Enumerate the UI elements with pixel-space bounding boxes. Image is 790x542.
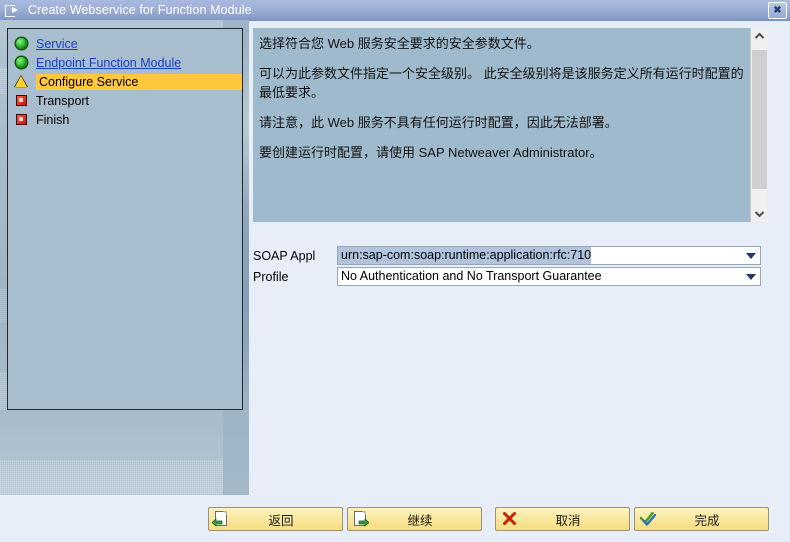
sidebar-item-endpoint-function-module[interactable]: Endpoint Function Module <box>8 53 242 72</box>
sidebar-item-configure-service[interactable]: Configure Service <box>8 72 242 91</box>
scroll-down-button[interactable] <box>751 205 768 222</box>
sidebar-item-transport[interactable]: Transport <box>8 91 242 110</box>
profile-label: Profile <box>253 269 289 284</box>
back-button-label: 返回 <box>268 513 294 528</box>
profile-row: Profile No Authentication and No Transpo… <box>253 267 767 286</box>
description-text: 选择符合您 Web 服务安全要求的安全参数文件。 可以为此参数文件指定一个安全级… <box>253 28 756 222</box>
wizard-sidebar: Service Endpoint Function Module Configu… <box>0 20 249 495</box>
back-button[interactable]: 返回 <box>208 507 343 531</box>
soap-appl-dropdown-button[interactable] <box>741 247 760 264</box>
sidebar-item-label: Configure Service <box>36 73 242 90</box>
title-bar: Create Webservice for Function Module ✖ <box>0 0 790 21</box>
dialog-window: Create Webservice for Function Module ✖ … <box>0 0 790 542</box>
profile-input[interactable]: No Authentication and No Transport Guara… <box>337 267 761 286</box>
chevron-up-icon <box>754 32 765 39</box>
description-paragraph: 可以为此参数文件指定一个安全级别。 此安全级别将是该服务定义所有运行时配置的最低… <box>259 66 744 100</box>
continue-button[interactable]: 继续 <box>347 507 482 531</box>
sidebar-item-label: Service <box>36 36 78 51</box>
page-forward-arrow-icon <box>351 509 371 529</box>
soap-appl-label: SOAP Appl <box>253 248 316 263</box>
description-paragraph: 选择符合您 Web 服务安全要求的安全参数文件。 <box>259 36 540 51</box>
page-back-arrow-icon <box>212 509 232 529</box>
description-paragraph: 请注意，此 Web 服务不具有任何运行时配置，因此无法部署。 <box>259 115 618 130</box>
sidebar-item-label: Transport <box>36 93 90 108</box>
scrollbar-thumb[interactable] <box>752 50 767 189</box>
profile-dropdown-button[interactable] <box>741 268 760 285</box>
red-square-icon <box>13 92 30 109</box>
button-bar: 返回 继续 取消 完成 <box>0 498 790 542</box>
double-check-icon <box>638 509 658 529</box>
chevron-down-icon <box>745 273 756 280</box>
chevron-down-icon <box>754 211 765 218</box>
soap-appl-input[interactable]: urn:sap-com:soap:runtime:application:rfc… <box>337 246 761 265</box>
window-arrow-icon <box>4 3 22 17</box>
chevron-down-icon <box>745 252 756 259</box>
close-icon: ✖ <box>773 4 782 16</box>
finish-button[interactable]: 完成 <box>634 507 769 531</box>
wizard-step-list: Service Endpoint Function Module Configu… <box>7 28 243 410</box>
cancel-button-label: 取消 <box>555 513 581 528</box>
sidebar-item-service[interactable]: Service <box>8 34 242 53</box>
finish-button-label: 完成 <box>694 513 720 528</box>
sidebar-item-label: Endpoint Function Module <box>36 55 182 70</box>
window-title: Create Webservice for Function Module <box>28 3 252 17</box>
scroll-up-button[interactable] <box>751 28 768 45</box>
continue-button-label: 继续 <box>407 513 433 528</box>
green-circle-icon <box>13 35 30 52</box>
red-square-icon <box>13 111 30 128</box>
profile-value: No Authentication and No Transport Guara… <box>341 269 602 283</box>
yellow-warning-triangle-icon <box>13 73 30 90</box>
soap-appl-value: urn:sap-com:soap:runtime:application:rfc… <box>338 247 592 264</box>
sidebar-item-label: Finish <box>36 112 70 127</box>
red-x-icon <box>499 509 519 529</box>
description-panel: 选择符合您 Web 服务安全要求的安全参数文件。 可以为此参数文件指定一个安全级… <box>253 28 756 222</box>
description-scrollbar[interactable] <box>750 28 768 222</box>
configuration-form: SOAP Appl urn:sap-com:soap:runtime:appli… <box>253 246 767 288</box>
soap-appl-row: SOAP Appl urn:sap-com:soap:runtime:appli… <box>253 246 767 265</box>
sidebar-item-finish[interactable]: Finish <box>8 110 242 129</box>
description-paragraph: 要创建运行时配置，请使用 SAP Netweaver Administrator… <box>259 145 603 160</box>
cancel-button[interactable]: 取消 <box>495 507 630 531</box>
close-button[interactable]: ✖ <box>768 2 787 19</box>
green-circle-icon <box>13 54 30 71</box>
sidebar-texture <box>0 460 249 494</box>
